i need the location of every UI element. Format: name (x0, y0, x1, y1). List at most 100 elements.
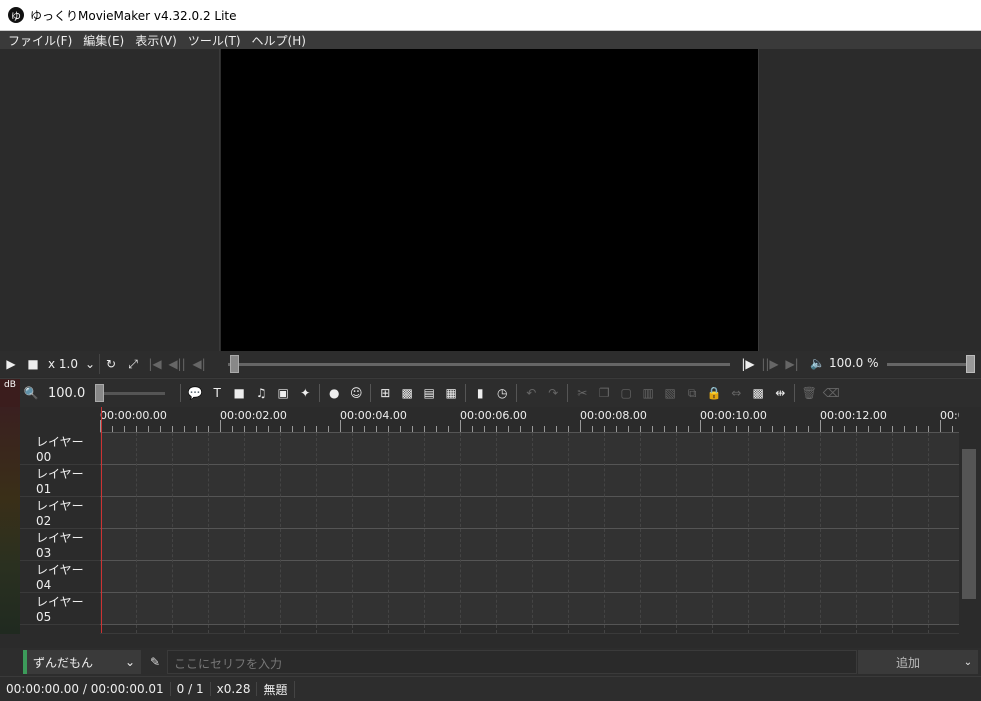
step-back-icon[interactable]: ◀| (188, 353, 210, 375)
add-button[interactable]: 追加 (858, 650, 958, 674)
person-icon[interactable]: ● (323, 382, 345, 404)
picture-icon[interactable]: ▤ (418, 382, 440, 404)
audio-icon[interactable]: ♫ (250, 382, 272, 404)
layer-label[interactable]: レイヤー 02 (20, 497, 100, 529)
add-dropdown-icon[interactable]: ⌄ (958, 650, 978, 674)
volume-track[interactable] (887, 363, 967, 366)
zoom-thumb[interactable] (95, 383, 105, 402)
ruler-tick (604, 426, 605, 432)
shape-icon[interactable]: ✦ (294, 382, 316, 404)
zoom-slider[interactable] (95, 383, 166, 402)
seek-track[interactable] (228, 363, 730, 366)
grid-line (928, 433, 929, 633)
horizontal-scrollbar[interactable] (100, 633, 959, 647)
separator (370, 384, 372, 402)
cut-icon[interactable]: ✂ (571, 382, 593, 404)
ruler-tick (412, 426, 413, 432)
track-row[interactable] (100, 433, 959, 465)
speech-icon[interactable]: 💬 (184, 382, 206, 404)
clock-icon[interactable]: ◷ (491, 382, 513, 404)
transition-icon[interactable]: ▩ (396, 382, 418, 404)
layer-label[interactable]: レイヤー 03 (20, 529, 100, 561)
resize-icon[interactable]: ⇔ (725, 382, 747, 404)
face-icon[interactable]: ☺ (345, 382, 367, 404)
zoom-icon[interactable]: 🔍 (20, 382, 42, 404)
speed-select[interactable]: x 1.0 ⌄ (44, 354, 100, 374)
playhead[interactable] (101, 407, 102, 633)
ruler-tick (352, 426, 353, 432)
track-row[interactable] (100, 561, 959, 593)
menu-view[interactable]: 表示(V) (135, 32, 177, 49)
ruler-tick (628, 426, 629, 432)
effect-icon[interactable]: ▦ (440, 382, 462, 404)
speaker-icon[interactable]: 🔈 (810, 356, 825, 370)
grid-icon[interactable]: ▩ (747, 382, 769, 404)
split-icon[interactable]: ⧉ (681, 382, 703, 404)
add-scene-icon[interactable]: ⊞ (374, 382, 396, 404)
fit-icon[interactable]: ⤢ (122, 353, 144, 375)
step-forward-icon[interactable]: |▶ (737, 353, 759, 375)
layer-label[interactable]: レイヤー 00 (20, 433, 100, 465)
loop-icon[interactable]: ↻ (100, 353, 122, 375)
ruler-label: 00:00:10.00 (700, 409, 767, 422)
menu-help[interactable]: ヘルプ(H) (252, 32, 306, 49)
grid-line (568, 433, 569, 633)
voice-settings-icon[interactable]: ✎ (145, 652, 165, 672)
skip-start-icon[interactable]: |◀ (144, 353, 166, 375)
ruler-tick (892, 426, 893, 432)
align-icon[interactable]: ⇹ (769, 382, 791, 404)
ruler-tick (472, 426, 473, 432)
menu-bar: ファイル(F) 編集(E) 表示(V) ツール(T) ヘルプ(H) (0, 31, 981, 49)
ruler-tick (544, 426, 545, 432)
grid-line (532, 433, 533, 633)
character-select[interactable]: ずんだもん ⌄ (23, 650, 141, 674)
vertical-scrollbar[interactable] (960, 433, 978, 633)
paste-icon[interactable]: ▢ (615, 382, 637, 404)
preview-canvas[interactable] (221, 49, 758, 351)
undo-icon[interactable]: ↶ (520, 382, 542, 404)
copy-icon[interactable]: ❐ (593, 382, 615, 404)
skip-end-icon[interactable]: ▶| (781, 353, 803, 375)
scroll-thumb[interactable] (962, 449, 976, 599)
stop-icon[interactable]: ■ (22, 353, 44, 375)
delete-all-icon[interactable]: ⌫ (820, 382, 842, 404)
track-row[interactable] (100, 529, 959, 561)
db-label: dB (0, 378, 20, 408)
ungroup-icon[interactable]: ▧ (659, 382, 681, 404)
menu-tools[interactable]: ツール(T) (188, 32, 241, 49)
group-icon[interactable]: ▥ (637, 382, 659, 404)
ruler-tick (940, 420, 941, 432)
track-row[interactable] (100, 497, 959, 529)
image-icon[interactable]: ▣ (272, 382, 294, 404)
grid-line (604, 433, 605, 633)
seek-thumb[interactable] (230, 355, 239, 373)
status-time: 00:00:00.00 / 00:00:00.01 (0, 682, 171, 696)
bookmark-icon[interactable]: ▮ (469, 382, 491, 404)
playback-bar: ▶ ■ x 1.0 ⌄ ↻ ⤢ |◀ ◀|| ◀| |▶ ||▶ ▶| 🔈 100.… (0, 351, 981, 377)
ruler-tick (952, 426, 953, 432)
layer-label[interactable]: レイヤー 04 (20, 561, 100, 593)
layer-label[interactable]: レイヤー 01 (20, 465, 100, 497)
volume-thumb[interactable] (966, 355, 975, 373)
lock-icon[interactable]: 🔒 (703, 382, 725, 404)
track-row[interactable] (100, 593, 959, 625)
title-bar: ゆ ゆっくりMovieMaker v4.32.0.2 Lite (0, 0, 981, 31)
play-icon[interactable]: ▶ (0, 353, 22, 375)
menu-edit[interactable]: 編集(E) (83, 32, 124, 49)
grid-line (892, 433, 893, 633)
text-icon[interactable]: T (206, 382, 228, 404)
ruler-label: 00:00:06.00 (460, 409, 527, 422)
track-area[interactable] (100, 433, 959, 633)
ruler-tick (484, 426, 485, 432)
video-icon[interactable]: ■ (228, 382, 250, 404)
time-ruler[interactable]: 00:00:00.00 00:00:02.00 00:00:04.00 00:0… (100, 407, 959, 433)
speed-value: x 1.0 (48, 357, 78, 371)
delete-icon[interactable]: 🗑 (798, 382, 820, 404)
serif-input[interactable]: ここにセリフを入力 (167, 650, 857, 674)
menu-file[interactable]: ファイル(F) (8, 32, 72, 49)
step-forward-many-icon[interactable]: ||▶ (759, 353, 781, 375)
track-row[interactable] (100, 465, 959, 497)
layer-label[interactable]: レイヤー 05 (20, 593, 100, 625)
step-back-many-icon[interactable]: ◀|| (166, 353, 188, 375)
redo-icon[interactable]: ↷ (542, 382, 564, 404)
